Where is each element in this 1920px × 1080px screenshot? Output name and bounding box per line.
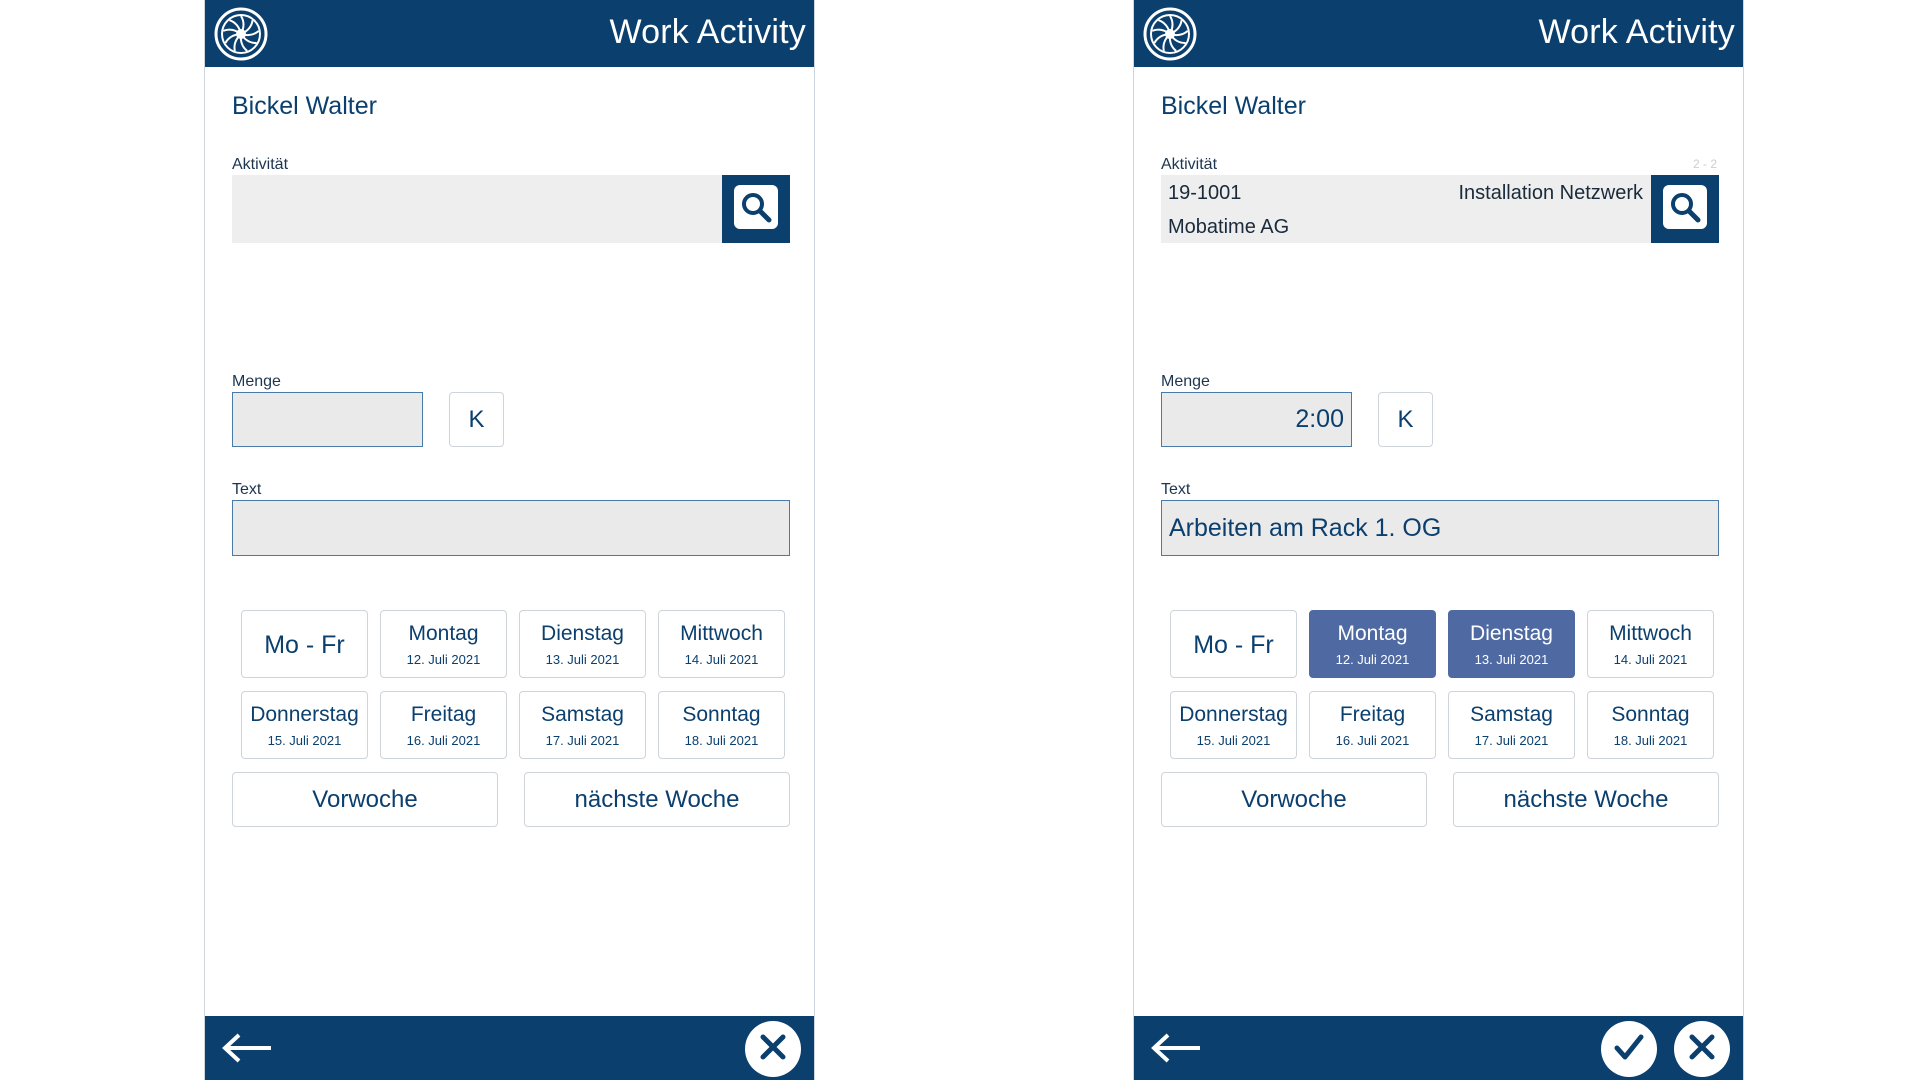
confirm-button[interactable] [1601,1021,1657,1077]
text-label: Text [232,481,262,498]
text-input[interactable]: Arbeiten am Rack 1. OG [1161,500,1719,556]
quantity-label: Menge [232,373,281,390]
previous-week-button[interactable]: Vorwoche [232,772,498,827]
day-button-mittwoch[interactable]: Mittwoch 14. Juli 2021 [658,610,785,678]
k-button[interactable]: K [449,392,504,447]
day-button-samstag[interactable]: Samstag 17. Juli 2021 [519,691,646,759]
day-name: Mittwoch [680,622,763,645]
quantity-label: Menge [1161,373,1210,390]
activity-field[interactable] [232,175,722,243]
activity-field[interactable]: 19-1001 Installation Netzwerk Mobatime A… [1161,175,1651,243]
day-name: Montag [1337,622,1408,645]
day-name: Mittwoch [1609,622,1692,645]
header-bar: Work Activity [1134,0,1743,67]
day-name: Dienstag [1470,622,1553,645]
day-date: 15. Juli 2021 [1196,733,1271,748]
text-input[interactable] [232,500,790,556]
day-button-montag[interactable]: Montag 12. Juli 2021 [1309,610,1436,678]
back-button[interactable] [219,1030,275,1066]
day-name: Freitag [410,703,477,726]
day-button-dienstag[interactable]: Dienstag 13. Juli 2021 [1448,610,1575,678]
text-label: Text [1161,481,1191,498]
day-date: 18. Juli 2021 [684,733,759,748]
next-week-button[interactable]: nächste Woche [1453,772,1719,827]
work-activity-screen: Work Activity Bickel Walter Aktivität Me… [204,0,815,1080]
day-name: Mo - Fr [1193,631,1274,659]
user-name: Bickel Walter [1161,92,1306,120]
day-date: 17. Juli 2021 [545,733,620,748]
day-button-mittwoch[interactable]: Mittwoch 14. Juli 2021 [1587,610,1714,678]
activity-label: Aktivität [232,156,289,173]
quantity-input[interactable]: 2:00 [1161,392,1352,447]
day-date: 15. Juli 2021 [267,733,342,748]
user-name: Bickel Walter [232,92,377,120]
search-button[interactable] [1651,175,1719,243]
turbine-logo-icon [213,6,269,62]
day-button-mo-fr[interactable]: Mo - Fr [241,610,368,678]
day-button-mo-fr[interactable]: Mo - Fr [1170,610,1297,678]
day-date: 18. Juli 2021 [1613,733,1688,748]
day-name: Samstag [541,703,624,726]
close-icon [1685,1030,1719,1069]
day-button-donnerstag[interactable]: Donnerstag 15. Juli 2021 [241,691,368,759]
activity-counter: 2 - 2 [1692,157,1717,171]
day-name: Mo - Fr [264,631,345,659]
bottom-bar [1134,1016,1743,1080]
next-week-button[interactable]: nächste Woche [524,772,790,827]
day-button-dienstag[interactable]: Dienstag 13. Juli 2021 [519,610,646,678]
day-name: Montag [408,622,479,645]
day-name: Sonntag [682,703,761,726]
activity-description: Installation Netzwerk [1458,182,1643,204]
close-icon [756,1030,790,1069]
work-activity-screen: Work Activity Bickel Walter Aktivität 2 … [1133,0,1744,1080]
back-button[interactable] [1148,1030,1204,1066]
activity-company: Mobatime AG [1168,216,1290,238]
page-title: Work Activity [1538,13,1735,51]
day-date: 14. Juli 2021 [1613,652,1688,667]
search-button[interactable] [722,175,790,243]
day-name: Freitag [1339,703,1406,726]
day-button-freitag[interactable]: Freitag 16. Juli 2021 [1309,691,1436,759]
day-date: 12. Juli 2021 [406,652,481,667]
day-date: 12. Juli 2021 [1335,652,1410,667]
day-date: 17. Juli 2021 [1474,733,1549,748]
day-name: Dienstag [541,622,624,645]
header-bar: Work Activity [205,0,814,67]
bottom-bar [205,1016,814,1080]
day-date: 13. Juli 2021 [1474,652,1549,667]
previous-week-button[interactable]: Vorwoche [1161,772,1427,827]
page-title: Work Activity [609,13,806,51]
arrow-left-icon [219,1033,275,1070]
cancel-button[interactable] [745,1021,801,1077]
day-button-sonntag[interactable]: Sonntag 18. Juli 2021 [1587,691,1714,759]
day-name: Samstag [1470,703,1553,726]
activity-code: 19-1001 [1168,182,1242,204]
arrow-left-icon [1148,1033,1204,1070]
search-icon [1663,184,1707,234]
day-button-sonntag[interactable]: Sonntag 18. Juli 2021 [658,691,785,759]
cancel-button[interactable] [1674,1021,1730,1077]
day-name: Donnerstag [250,703,359,726]
day-date: 16. Juli 2021 [1335,733,1410,748]
search-icon [734,184,778,234]
day-button-freitag[interactable]: Freitag 16. Juli 2021 [380,691,507,759]
day-date: 13. Juli 2021 [545,652,620,667]
day-date: 14. Juli 2021 [684,652,759,667]
day-button-donnerstag[interactable]: Donnerstag 15. Juli 2021 [1170,691,1297,759]
day-button-samstag[interactable]: Samstag 17. Juli 2021 [1448,691,1575,759]
check-icon [1612,1030,1646,1069]
activity-label: Aktivität [1161,156,1218,173]
day-name: Sonntag [1611,703,1690,726]
k-button[interactable]: K [1378,392,1433,447]
day-date: 16. Juli 2021 [406,733,481,748]
day-button-montag[interactable]: Montag 12. Juli 2021 [380,610,507,678]
turbine-logo-icon [1142,6,1198,62]
day-name: Donnerstag [1179,703,1288,726]
quantity-input[interactable] [232,392,423,447]
